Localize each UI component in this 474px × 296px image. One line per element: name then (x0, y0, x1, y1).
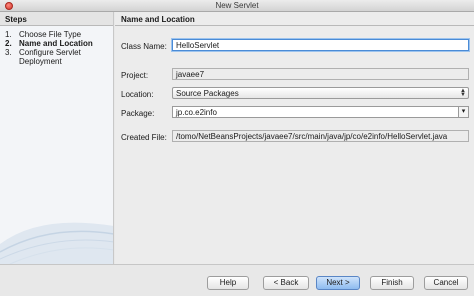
finish-button[interactable]: Finish (370, 276, 414, 290)
location-label: Location: (121, 90, 154, 99)
class-name-input[interactable]: HelloServlet (172, 39, 469, 51)
step-item: 3. Configure Servlet Deployment (5, 48, 108, 66)
select-arrows-icon: ▲ ▼ (460, 88, 466, 98)
name-and-location-panel: Name and Location Class Name: HelloServl… (115, 12, 474, 264)
steps-heading: Steps (0, 12, 113, 26)
button-bar: Help < Back Next > Finish Cancel (0, 264, 474, 296)
step-item-current: 2. Name and Location (5, 39, 108, 48)
package-value: jp.co.e2info (176, 108, 217, 117)
cancel-button[interactable]: Cancel (424, 276, 468, 290)
step-number: 2. (5, 39, 12, 48)
window-title: New Servlet (215, 1, 259, 10)
created-file-label: Created File: (121, 133, 167, 142)
step-label: Name and Location (19, 39, 93, 48)
step-item: 1. Choose File Type (5, 30, 108, 39)
class-name-label: Class Name: (121, 42, 167, 51)
location-select-value: Source Packages (176, 89, 239, 98)
location-select[interactable]: Source Packages ▲ ▼ (172, 87, 469, 99)
step-label: Configure Servlet Deployment (19, 48, 81, 66)
created-file-field: /tomo/NetBeansProjects/javaee7/src/main/… (172, 130, 469, 142)
project-field: javaee7 (172, 68, 469, 80)
back-button[interactable]: < Back (263, 276, 309, 290)
title-bar: New Servlet (0, 0, 474, 12)
step-number: 1. (5, 30, 12, 39)
next-button[interactable]: Next > (316, 276, 360, 290)
package-combobox[interactable]: jp.co.e2info ▾ (172, 106, 469, 118)
package-label: Package: (121, 109, 155, 118)
step-list: 1. Choose File Type 2. Name and Location… (0, 26, 113, 70)
step-number: 3. (5, 48, 12, 57)
panel-heading: Name and Location (115, 12, 474, 26)
help-button[interactable]: Help (207, 276, 249, 290)
chevron-down-icon[interactable]: ▾ (458, 107, 468, 117)
decorative-swoosh-graphic (0, 222, 113, 264)
step-label: Choose File Type (19, 30, 82, 39)
project-label: Project: (121, 71, 149, 80)
steps-panel: Steps 1. Choose File Type 2. Name and Lo… (0, 12, 114, 264)
